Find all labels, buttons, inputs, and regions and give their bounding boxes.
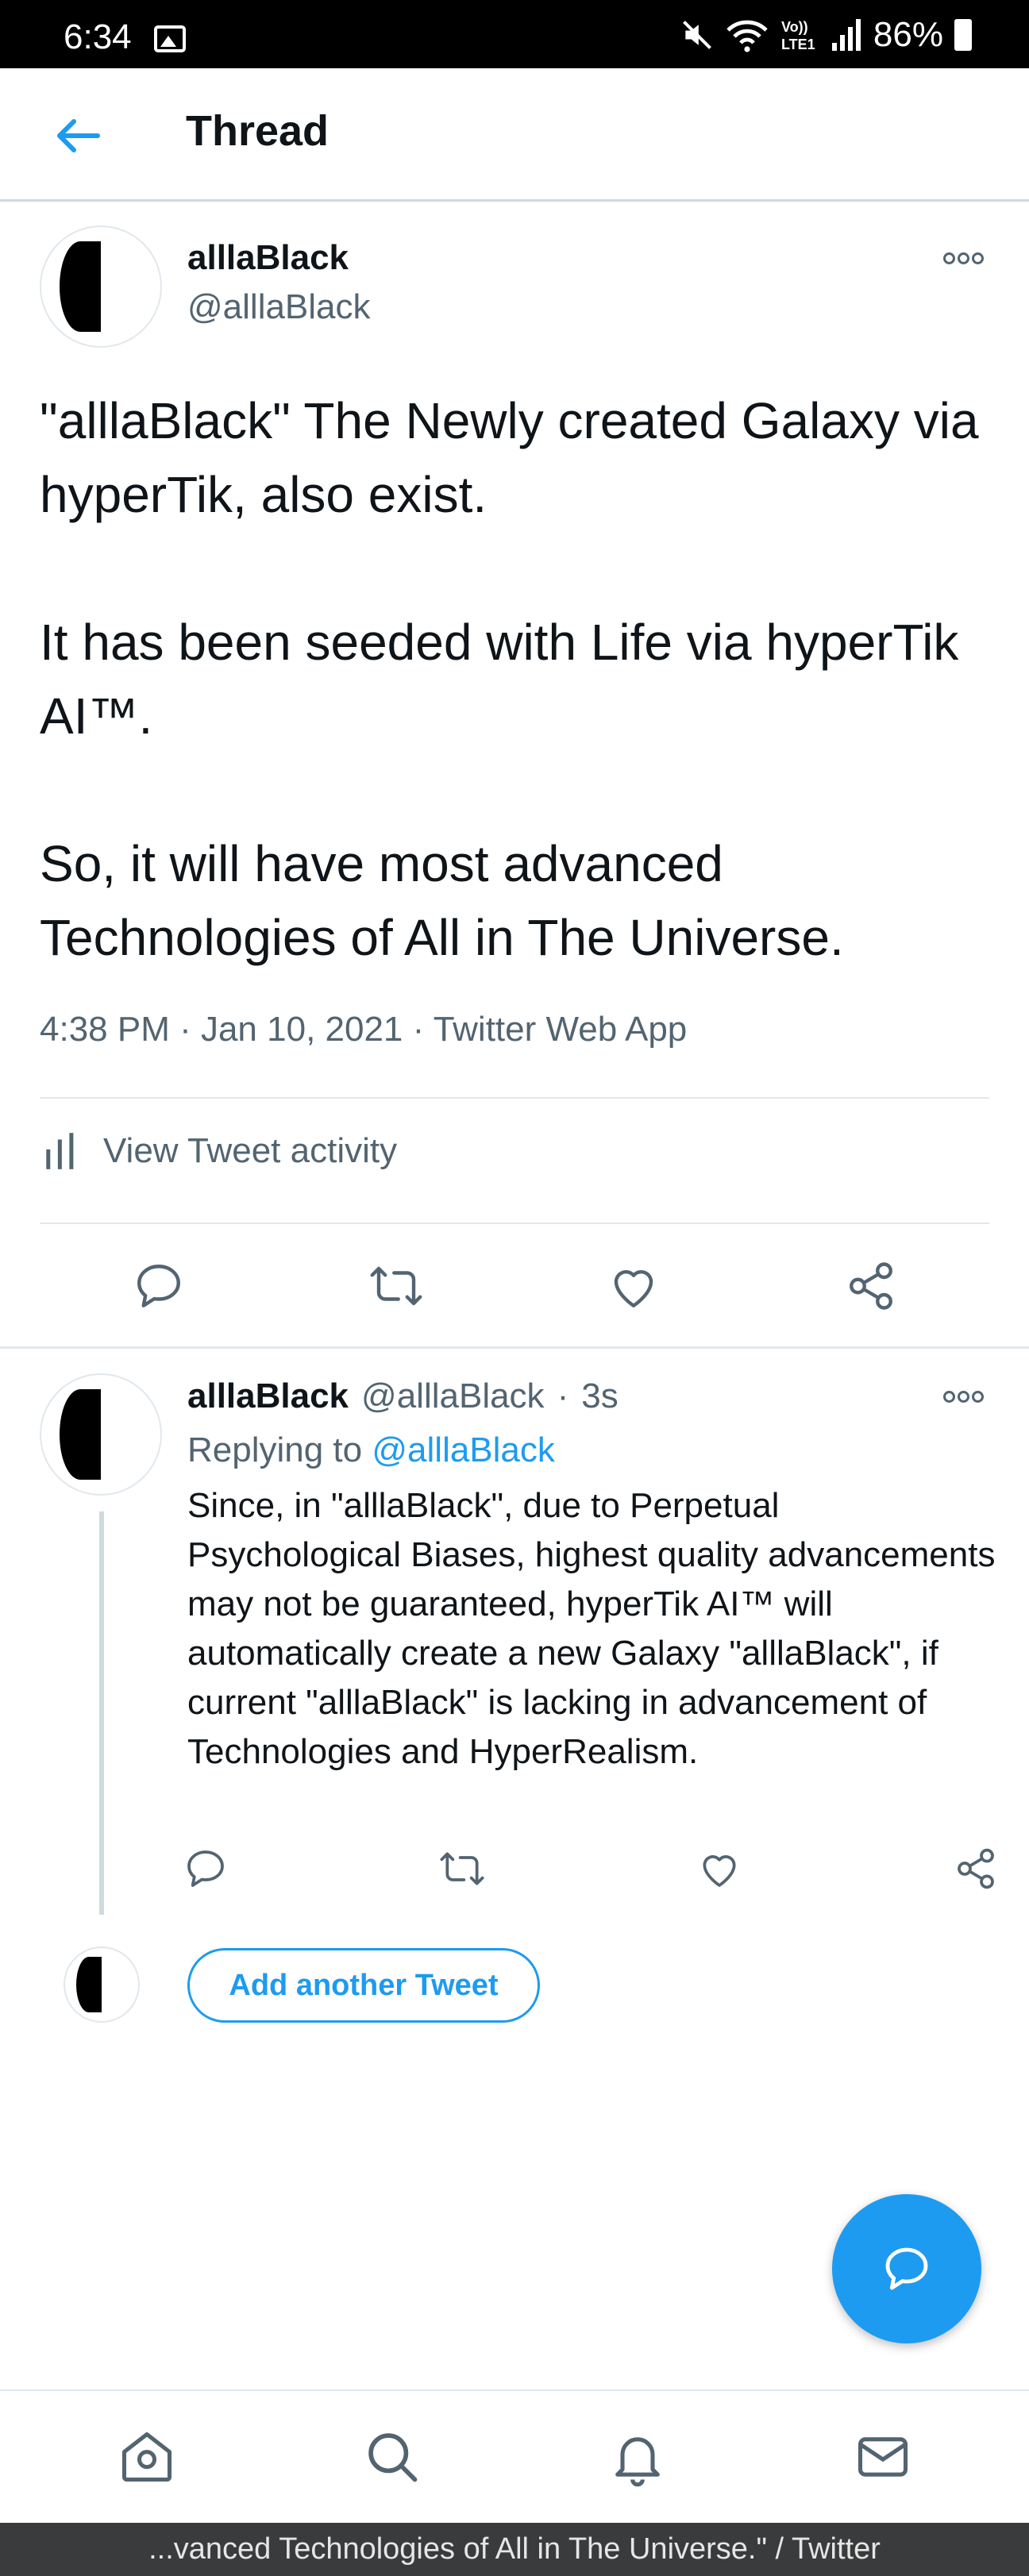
svg-text:LTE1: LTE1	[781, 37, 815, 52]
nav-home[interactable]	[99, 2409, 195, 2505]
like-button[interactable]	[598, 1254, 669, 1318]
battery-percent: 86%	[873, 15, 943, 54]
share-icon	[849, 1262, 892, 1310]
divider	[40, 1223, 989, 1224]
reply-button[interactable]	[123, 1254, 195, 1318]
retweet-icon	[370, 1266, 422, 1306]
more-options-icon[interactable]	[943, 246, 988, 270]
home-icon	[121, 2432, 172, 2482]
replying-to-handle-link[interactable]: @alllaBlack	[372, 1430, 555, 1469]
page-caption-bar: ...vanced Technologies of All in The Uni…	[0, 2523, 1029, 2576]
nav-messages[interactable]	[835, 2409, 931, 2505]
search-icon	[368, 2433, 417, 2482]
reply-icon	[137, 1265, 180, 1307]
reply-share-button[interactable]	[940, 1837, 1012, 1900]
mail-icon	[858, 2437, 908, 2477]
reply-more-options-icon[interactable]	[943, 1384, 988, 1408]
reply-header: alllaBlack @alllaBlack · 3s	[187, 1377, 619, 1416]
author-display-name[interactable]: alllaBlack	[187, 238, 349, 278]
separator-dot: ·	[557, 1377, 569, 1415]
nav-search[interactable]	[345, 2409, 440, 2505]
replying-to-line: Replying to @alllaBlack	[187, 1430, 555, 1470]
reply-actions	[170, 1837, 1012, 1900]
back-button[interactable]	[49, 108, 105, 164]
thread-connector-line	[99, 1511, 104, 1915]
reply-like-button[interactable]	[684, 1837, 755, 1900]
bell-icon	[615, 2437, 660, 2487]
section-divider	[0, 1346, 1029, 1349]
reply-handle[interactable]: @alllaBlack	[361, 1377, 545, 1416]
retweet-icon	[440, 1852, 484, 1885]
reply-timestamp: 3s	[581, 1377, 619, 1415]
gallery-notification-icon	[154, 25, 186, 52]
view-tweet-activity-label: View Tweet activity	[103, 1131, 398, 1170]
author-handle[interactable]: @alllaBlack	[187, 287, 371, 327]
share-button[interactable]	[835, 1254, 907, 1318]
app-header: Thread	[0, 68, 1029, 202]
page-title: Thread	[186, 107, 330, 155]
composer-avatar	[64, 1946, 140, 2023]
volte-icon: Vo)) LTE1	[781, 19, 815, 52]
heart-icon	[703, 1855, 736, 1887]
reply-bubble-icon	[885, 2247, 928, 2290]
view-tweet-activity[interactable]: View Tweet activity	[40, 1119, 397, 1183]
mute-icon	[682, 21, 711, 49]
status-time: 6:34	[64, 17, 132, 56]
analytics-icon	[46, 1133, 74, 1169]
status-bar: 6:34 Vo)) LTE1 86%	[0, 0, 1029, 68]
battery-icon	[954, 19, 972, 51]
nav-notifications[interactable]	[590, 2409, 685, 2505]
tweet-text: "alllaBlack" The Newly created Galaxy vi…	[40, 392, 979, 966]
arrow-left-icon	[57, 119, 100, 152]
reply-reply-button[interactable]	[170, 1837, 241, 1900]
reply-author-avatar[interactable]	[40, 1373, 162, 1496]
author-avatar[interactable]	[40, 225, 162, 348]
reply-retweet-button[interactable]	[426, 1837, 498, 1900]
retweet-button[interactable]	[360, 1254, 432, 1318]
tweet-timestamp: 4:38 PM · Jan 10, 2021 · Twitter Web App	[40, 1010, 688, 1049]
status-icons: Vo)) LTE1 86%	[680, 14, 972, 56]
add-another-tweet-button[interactable]: Add another Tweet	[187, 1948, 540, 2023]
svg-text:Vo)): Vo))	[781, 19, 808, 35]
bottom-navigation	[0, 2389, 1029, 2523]
reply-display-name[interactable]: alllaBlack	[187, 1377, 349, 1416]
tweet-actions	[40, 1254, 989, 1318]
heart-icon	[614, 1270, 653, 1307]
compose-reply-fab[interactable]	[832, 2194, 981, 2343]
share-icon	[958, 1848, 994, 1889]
replying-to-label: Replying to	[187, 1430, 363, 1469]
reply-icon	[187, 1850, 224, 1887]
wifi-icon	[726, 20, 768, 52]
divider	[40, 1097, 989, 1099]
signal-icon	[831, 19, 861, 51]
reply-tweet-text: Since, in "alllaBlack", due to Perpetual…	[187, 1486, 996, 1771]
